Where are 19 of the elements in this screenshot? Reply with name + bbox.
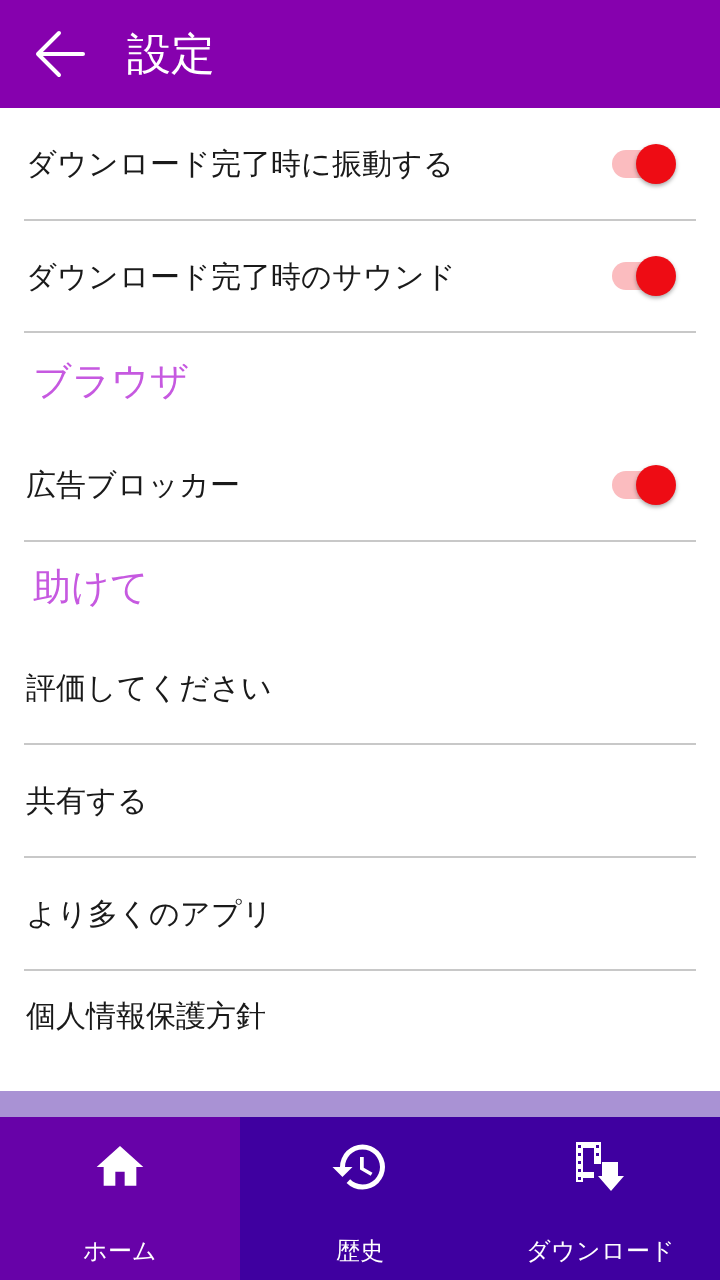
setting-label: ダウンロード完了時のサウンド: [25, 257, 456, 296]
settings-link-item[interactable]: 個人情報保護方針: [24, 992, 266, 1038]
settings-link-item[interactable]: より多くのアプリ: [24, 891, 273, 936]
section-header: 助けて: [33, 563, 149, 611]
nav-tab[interactable]: ホーム: [0, 1117, 240, 1280]
setting-label: ダウンロード完了時に振動する: [25, 145, 454, 183]
back-button[interactable]: [35, 30, 85, 78]
page-title: 設定: [127, 32, 215, 76]
back-arrow-icon: [35, 30, 85, 78]
nav-tab[interactable]: ダウンロード: [480, 1117, 720, 1280]
toggle-switch[interactable]: [612, 143, 676, 184]
film-download-icon: [576, 1142, 624, 1192]
toggle-switch[interactable]: [612, 464, 676, 505]
setting-label: 広告ブロッカー: [25, 466, 240, 504]
settings-link-item[interactable]: 評価してください: [24, 665, 272, 710]
section-header: ブラウザ: [33, 357, 189, 405]
nav-tab[interactable]: 歴史: [240, 1117, 480, 1280]
settings-link-item[interactable]: 共有する: [24, 778, 148, 823]
toggle-switch[interactable]: [612, 256, 676, 296]
